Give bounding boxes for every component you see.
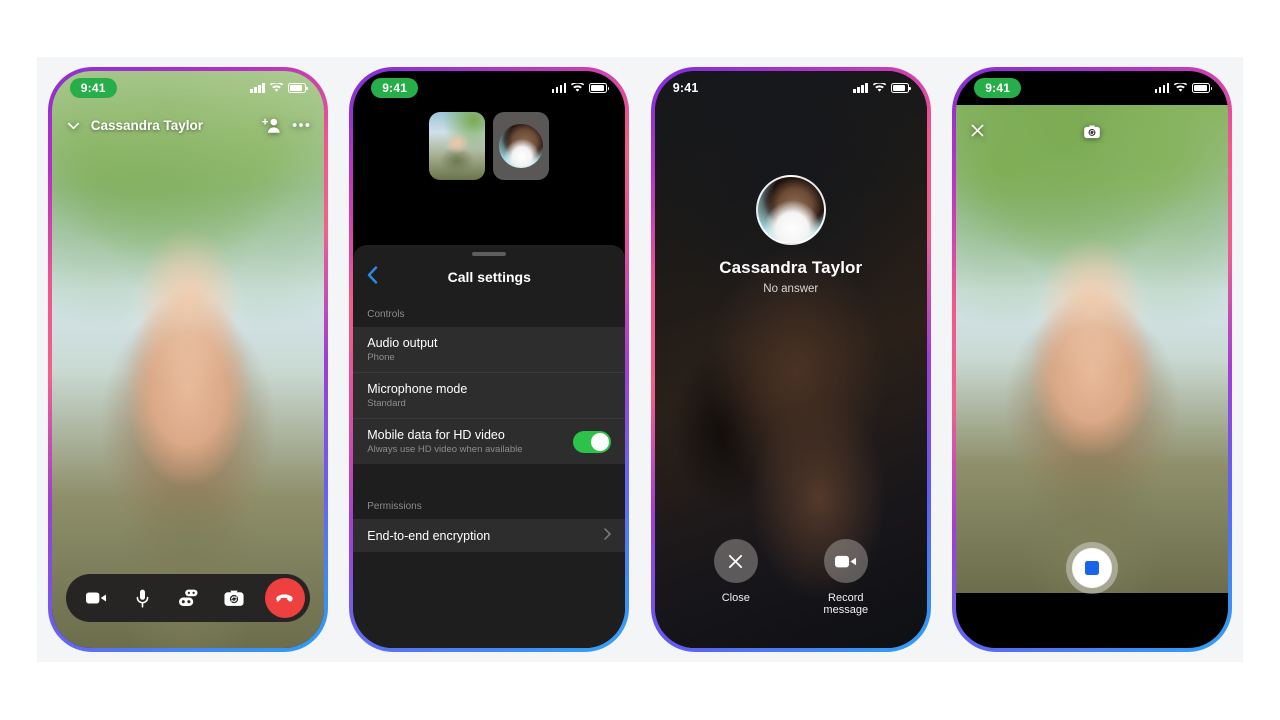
add-person-icon[interactable] (261, 117, 282, 134)
row-subtitle: Always use HD video when available (367, 444, 523, 455)
section-label-controls: Controls (353, 298, 626, 327)
record-top-bar (956, 117, 1228, 147)
avatar (499, 124, 544, 168)
call-header: Cassandra Taylor (52, 105, 324, 145)
hd-video-toggle[interactable] (573, 430, 612, 453)
row-title: Mobile data for HD video (367, 428, 505, 442)
participant-avatar-tile[interactable] (493, 112, 550, 180)
call-status-text: No answer (763, 283, 819, 295)
section-label-permissions: Permissions (353, 490, 626, 519)
settings-group-permissions: End-to-end encryption (353, 519, 626, 552)
record-message-action[interactable]: Record message (807, 539, 885, 616)
signal-bars-icon (551, 83, 567, 93)
settings-group-controls: Audio output Phone Microphone mode Stand… (353, 327, 626, 464)
status-bar: 9:41 (52, 71, 324, 105)
battery-icon (589, 83, 610, 93)
screen-record-message: 9:41 (956, 71, 1229, 648)
status-bar: 9:41 (655, 71, 927, 105)
screen-call-settings: 9:41 Call settings Controls Audio output… (353, 71, 626, 648)
row-title: Audio output (367, 336, 438, 350)
status-icons (1154, 83, 1213, 93)
status-time: 9:41 (371, 78, 419, 98)
status-time: 9:41 (69, 78, 117, 98)
section-gap (353, 464, 626, 490)
row-title: Microphone mode (367, 382, 468, 396)
close-x-icon[interactable] (970, 123, 985, 141)
record-camera-preview (956, 105, 1229, 593)
video-camera-icon[interactable] (82, 583, 112, 613)
settings-row-e2e-encryption[interactable]: End-to-end encryption (353, 519, 625, 552)
row-subtitle: Phone (367, 352, 395, 363)
status-time: 9:41 (672, 81, 699, 95)
battery-icon (1192, 83, 1213, 93)
status-bar: 9:41 (956, 71, 1228, 105)
stop-square-icon (1085, 561, 1100, 575)
close-action-label: Close (721, 592, 750, 604)
callee-info: Cassandra Taylor No answer (655, 175, 927, 295)
chevron-down-icon[interactable] (66, 118, 81, 133)
screen-no-answer: 9:41 Cassandra Taylor No answer Close Re… (654, 71, 927, 648)
status-time: 9:41 (974, 78, 1022, 98)
video-camera-icon (823, 539, 868, 583)
battery-icon (890, 83, 911, 93)
status-icons (250, 83, 308, 93)
stop-recording-button[interactable] (1066, 542, 1119, 594)
close-x-icon (713, 539, 758, 583)
status-icons (853, 83, 911, 93)
row-subtitle: Standard (367, 398, 406, 409)
signal-bars-icon (250, 83, 265, 93)
call-control-bar (65, 574, 310, 622)
phone-active-call: 9:41 Cassandra Taylor (47, 67, 328, 652)
contact-avatar (755, 175, 826, 245)
phone-mockups-row: 9:41 Cassandra Taylor 9:41 Call settings… (37, 57, 1243, 662)
record-message-action-label: Record message (823, 592, 869, 616)
call-settings-sheet: Call settings Controls Audio output Phon… (353, 245, 626, 648)
status-bar: 9:41 (353, 71, 625, 105)
wifi-icon (571, 83, 585, 92)
participant-tiles (353, 111, 625, 181)
wifi-icon (269, 83, 283, 92)
microphone-icon[interactable] (128, 583, 158, 613)
sheet-title: Call settings (447, 269, 531, 285)
settings-row-microphone-mode[interactable]: Microphone mode Standard (353, 373, 626, 419)
phone-no-answer: 9:41 Cassandra Taylor No answer Close Re… (650, 67, 931, 652)
screen-active-call: 9:41 Cassandra Taylor (51, 71, 324, 648)
status-icons (551, 83, 610, 93)
wifi-icon (1174, 83, 1188, 92)
more-options-icon[interactable] (292, 122, 310, 128)
screenshot-stage: 9:41 Cassandra Taylor 9:41 Call settings… (0, 0, 1280, 720)
wifi-icon (872, 83, 886, 92)
contact-name: Cassandra Taylor (719, 258, 863, 277)
sheet-navbar: Call settings (353, 256, 625, 298)
call-participant-name: Cassandra Taylor (90, 117, 204, 133)
no-answer-actions: Close Record message (655, 539, 927, 616)
end-call-button[interactable] (264, 578, 305, 618)
back-chevron-icon[interactable] (367, 266, 378, 288)
signal-bars-icon (853, 83, 868, 93)
phone-call-settings: 9:41 Call settings Controls Audio output… (349, 67, 630, 652)
self-video-tile[interactable] (429, 112, 486, 180)
close-action[interactable]: Close (697, 539, 775, 616)
camera-flip-icon[interactable] (219, 583, 249, 613)
phone-record-message: 9:41 (952, 67, 1233, 652)
settings-row-mobile-data-hd[interactable]: Mobile data for HD video Always use HD v… (353, 419, 625, 464)
row-title: End-to-end encryption (367, 528, 491, 543)
battery-icon (287, 83, 308, 93)
record-button-inner (1072, 548, 1113, 588)
settings-row-audio-output[interactable]: Audio output Phone (353, 327, 626, 373)
effects-icon[interactable] (173, 583, 203, 613)
camera-flip-icon[interactable] (1084, 125, 1101, 139)
signal-bars-icon (1154, 83, 1170, 93)
chevron-right-icon (604, 528, 611, 543)
